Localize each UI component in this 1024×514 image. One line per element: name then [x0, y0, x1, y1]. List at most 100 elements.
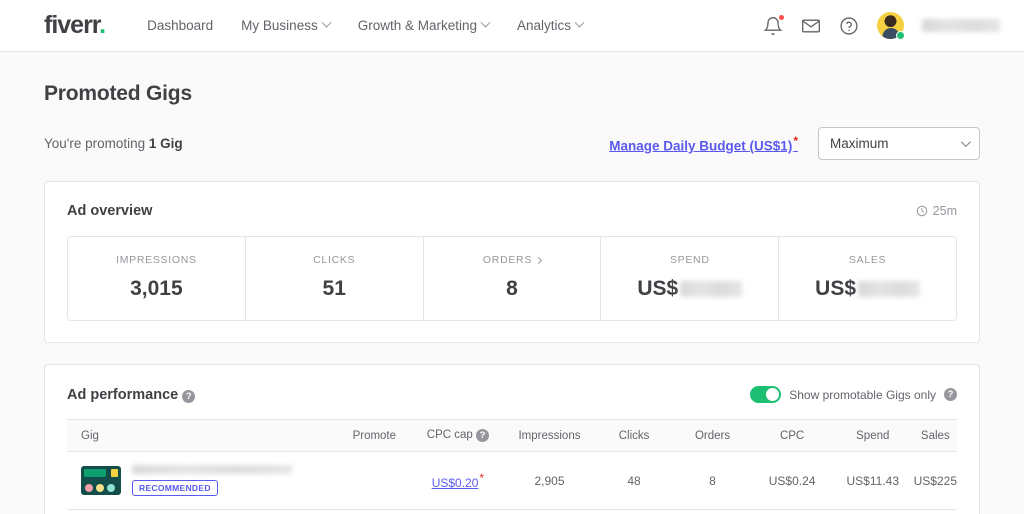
thumb-bar	[84, 469, 106, 477]
stat-label: SPEND	[669, 254, 710, 266]
gig-text: RECOMMENDED	[132, 465, 292, 496]
required-asterisk: *	[793, 133, 798, 148]
orders-cell: 0	[673, 510, 752, 514]
username-redacted	[922, 19, 1000, 32]
clock-icon	[916, 205, 927, 217]
budget-mode-value: Maximum	[830, 136, 889, 151]
nav-item-growth-marketing[interactable]: Growth & Marketing	[357, 17, 491, 33]
cpc-cap-cell: -	[412, 510, 504, 514]
chevron-down-icon	[480, 17, 491, 28]
stat-label: SALES	[848, 254, 887, 266]
logo-dot: .	[99, 11, 106, 39]
help-icon[interactable]: ?	[182, 389, 196, 403]
table-row: RECOMMENDED US$0.20* 2,905 48 8 US$0.24 …	[67, 451, 957, 510]
impressions-cell: 110	[504, 510, 596, 514]
stat-orders[interactable]: ORDERS 8	[424, 237, 602, 320]
stat-value: 8	[506, 277, 518, 300]
budget-controls: Manage Daily Budget (US$1)* Maximum	[609, 127, 980, 160]
cpc-cell: US$0.20	[752, 510, 832, 514]
stat-value-wrap: US$	[779, 277, 956, 301]
sales-cell: US$225	[913, 451, 957, 510]
header-actions	[763, 12, 1000, 40]
nav-label: Growth & Marketing	[357, 18, 477, 33]
promoting-count: 1 Gig	[148, 136, 183, 151]
gig-title-redacted	[132, 465, 292, 474]
impressions-cell: 2,905	[503, 451, 596, 510]
cpc-cap-link[interactable]: US$0.20	[432, 476, 479, 490]
notification-dot	[779, 14, 784, 20]
avatar[interactable]	[877, 12, 905, 40]
ad-overview-card: Ad overview 25m IMPRESSIONS 3,015 CLICKS…	[44, 181, 980, 343]
stat-value-redacted	[680, 281, 743, 297]
promoting-summary: You're promoting 1 Gig	[44, 136, 183, 151]
ad-performance-title: Ad performance	[67, 386, 179, 403]
column-clicks: Clicks	[595, 419, 673, 452]
chevron-down-icon	[321, 17, 332, 28]
promote-cell	[336, 510, 412, 514]
update-time-label: 25m	[932, 204, 957, 218]
help-icon[interactable]: ?	[944, 388, 957, 401]
online-status-indicator	[896, 31, 905, 40]
nav-item-my-business[interactable]: My Business	[241, 17, 332, 33]
nav-item-analytics[interactable]: Analytics	[517, 17, 585, 33]
stat-sales: SALES US$	[779, 237, 956, 320]
top-navigation-bar: fiverr. Dashboard My Business Growth & M…	[0, 0, 1024, 52]
ad-overview-title: Ad overview	[67, 203, 153, 219]
column-label: CPC cap	[426, 429, 473, 441]
column-gig: Gig	[67, 419, 337, 452]
stat-value-wrap: US$	[601, 277, 778, 301]
ad-performance-header: Ad performance ? Show promotable Gigs on…	[67, 386, 957, 403]
help-icon[interactable]	[839, 16, 859, 36]
help-icon[interactable]: ?	[476, 429, 489, 442]
nav-label: Dashboard	[147, 18, 214, 33]
stat-value: US$	[637, 277, 679, 300]
promotable-filter: Show promotable Gigs only ?	[750, 386, 957, 403]
stat-label: IMPRESSIONS	[116, 254, 197, 266]
column-impressions: Impressions	[503, 419, 596, 452]
gig-thumbnail-icon[interactable]	[81, 466, 121, 495]
page-title: Promoted Gigs	[44, 82, 192, 105]
bell-icon[interactable]	[763, 14, 784, 36]
budget-mode-select[interactable]: Maximum	[818, 127, 980, 160]
stat-label: CLICKS	[313, 254, 356, 266]
column-promote: Promote	[336, 419, 413, 452]
cpc-cap-cell: US$0.20*	[412, 451, 504, 510]
lock-icon	[111, 469, 118, 477]
chevron-down-icon	[960, 137, 971, 148]
gig-cell: RECOMMENDED	[67, 451, 337, 510]
stat-value: US$	[815, 277, 857, 300]
column-orders: Orders	[672, 419, 753, 452]
stat-impressions: IMPRESSIONS 3,015	[68, 237, 246, 320]
stat-label: ORDERS	[482, 254, 533, 266]
stat-label-orders: ORDERS	[424, 254, 601, 266]
thumb-circles	[85, 484, 115, 492]
column-cpc-cap: CPC cap ?	[412, 419, 504, 452]
gig-info: RECOMMENDED	[81, 465, 336, 496]
main-nav: Dashboard My Business Growth & Marketing…	[147, 17, 585, 33]
nav-label: Analytics	[517, 18, 572, 33]
fiverr-logo[interactable]: fiverr.	[44, 11, 106, 40]
stat-clicks: CLICKS 51	[246, 237, 424, 320]
show-promotable-toggle[interactable]	[750, 386, 782, 403]
clicks-cell: 3	[595, 510, 672, 514]
nav-item-dashboard[interactable]: Dashboard	[147, 18, 213, 33]
ad-overview-header: Ad overview 25m	[67, 203, 957, 219]
gig-cell: WORDPRESS RECOMMENDED	[67, 510, 336, 514]
clicks-cell: 48	[595, 451, 673, 510]
stat-spend: SPEND US$	[601, 237, 780, 320]
budget-link-label: Manage Daily Budget (US$1)	[609, 138, 793, 154]
manage-daily-budget-link[interactable]: Manage Daily Budget (US$1)*	[609, 134, 798, 154]
table-body: RECOMMENDED US$0.20* 2,905 48 8 US$0.24 …	[67, 451, 957, 514]
orders-cell: 8	[672, 451, 753, 510]
show-promotable-label: Show promotable Gigs only	[789, 387, 936, 402]
column-cpc: CPC	[752, 419, 832, 452]
recommended-badge[interactable]: RECOMMENDED	[132, 480, 218, 496]
required-asterisk: *	[479, 471, 485, 485]
promoting-prefix: You're promoting	[44, 136, 149, 151]
chevron-down-icon	[574, 17, 585, 28]
subtitle-row: You're promoting 1 Gig Manage Daily Budg…	[44, 127, 980, 160]
page-content: Promoted Gigs You're promoting 1 Gig Man…	[0, 82, 1024, 514]
spend-cell: US$0.60	[832, 510, 914, 514]
envelope-icon[interactable]	[801, 16, 821, 36]
column-sales: Sales	[913, 419, 957, 452]
